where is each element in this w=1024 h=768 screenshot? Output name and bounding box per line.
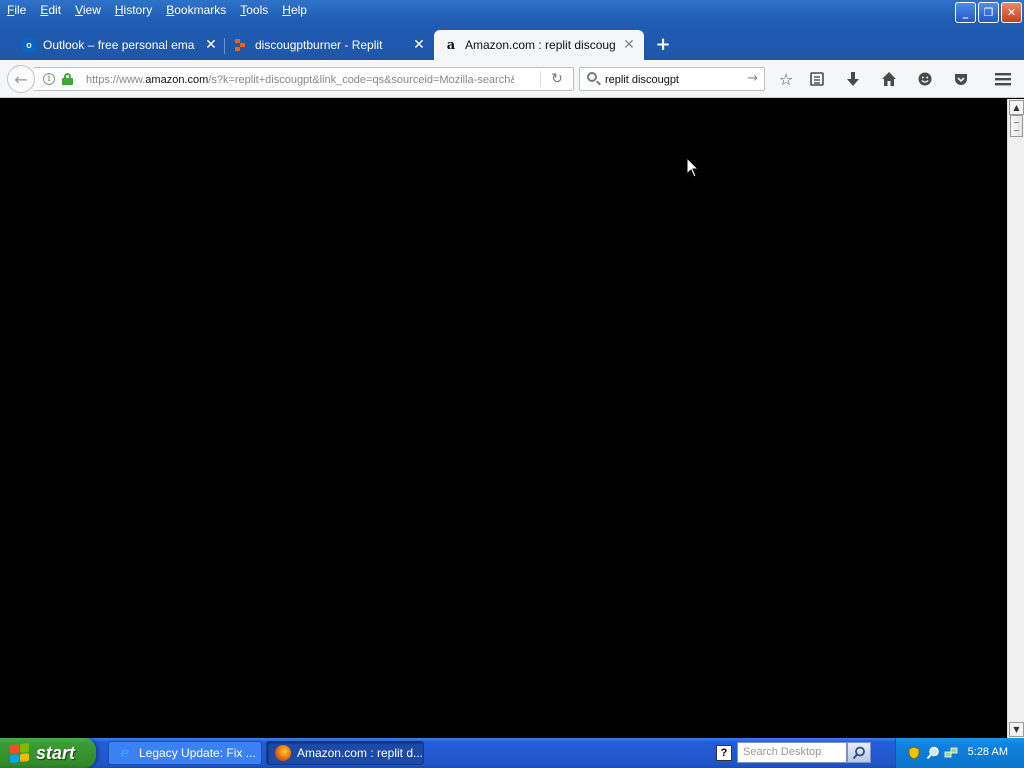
tab-separator	[224, 38, 225, 54]
page-content-area[interactable]	[0, 99, 1007, 738]
search-go-icon[interactable]: →	[747, 71, 758, 87]
network-connection-icon[interactable]	[944, 746, 958, 760]
url-path: /s?k=replit+discougpt&link_code=qs&sourc…	[208, 74, 514, 86]
tab-amazon[interactable]: a Amazon.com : replit discougpt ✕	[434, 30, 644, 60]
menu-bookmarks[interactable]: Bookmarks	[159, 0, 233, 21]
hamburger-menu-icon[interactable]	[993, 69, 1013, 89]
site-info-icon[interactable]: i	[43, 73, 55, 85]
hello-icon[interactable]	[915, 69, 935, 89]
menu-bar: File Edit View History Bookmarks Tools H…	[0, 0, 314, 21]
tab-amazon-close-icon[interactable]: ✕	[622, 38, 636, 52]
menu-view[interactable]: View	[68, 0, 108, 21]
start-label: start	[36, 742, 76, 763]
scroll-up-button[interactable]: ▲	[1009, 100, 1024, 115]
menu-file[interactable]: File	[0, 0, 33, 21]
back-button[interactable]: ←	[7, 65, 35, 93]
desktop-search-button[interactable]	[847, 742, 871, 763]
navigation-toolbar: i https://www.amazon.com/s?k=replit+disc…	[0, 60, 1024, 98]
tab-outlook-close-icon[interactable]: ✕	[204, 38, 218, 52]
search-input[interactable]: replit discougpt	[605, 72, 679, 88]
ie-icon: e	[120, 745, 130, 761]
taskbar-item-legacy-update[interactable]: e Legacy Update: Fix ...	[108, 741, 262, 765]
tab-replit-label: discougptburner - Replit	[255, 38, 383, 52]
menu-file-label: ile	[14, 3, 27, 17]
help-icon[interactable]: ?	[716, 745, 732, 761]
security-shield-icon[interactable]	[907, 746, 921, 760]
tab-replit[interactable]: discougptburner - Replit ✕	[234, 30, 426, 60]
tab-outlook[interactable]: o Outlook – free personal email a... ✕	[22, 30, 218, 60]
url-bar[interactable]: i https://www.amazon.com/s?k=replit+disc…	[34, 67, 574, 91]
menu-history-accesskey: H	[114, 3, 124, 17]
pocket-icon[interactable]	[951, 69, 971, 89]
tab-replit-close-icon[interactable]: ✕	[412, 38, 426, 52]
clock[interactable]: 5:28 AM	[968, 746, 1008, 758]
amazon-icon: a	[446, 37, 456, 53]
firefox-icon	[275, 745, 291, 761]
new-tab-button[interactable]: +	[654, 36, 672, 54]
menu-help-accesskey: H	[282, 3, 291, 17]
home-icon[interactable]	[879, 69, 899, 89]
desktop-search-input[interactable]: Search Desktop	[737, 742, 847, 763]
menu-edit-label: dit	[48, 3, 62, 17]
reading-list-icon[interactable]	[807, 69, 827, 89]
search-icon	[587, 72, 601, 86]
browser-title-area: File Edit View History Bookmarks Tools H…	[0, 0, 1024, 60]
tab-amazon-label: Amazon.com : replit discougpt	[465, 38, 615, 52]
vertical-scrollbar[interactable]: ▲ ▼	[1007, 99, 1024, 738]
search-bar[interactable]: replit discougpt →	[579, 67, 765, 91]
tab-strip: o Outlook – free personal email a... ✕ d…	[0, 30, 1024, 60]
taskbar-item-firefox[interactable]: Amazon.com : replit d...	[266, 741, 424, 765]
scrollbar-thumb[interactable]	[1010, 115, 1023, 137]
taskbar-item-label: Amazon.com : replit d...	[296, 746, 423, 760]
menu-tools[interactable]: Tools	[233, 0, 275, 21]
bookmark-star-icon[interactable]: ☆	[776, 69, 796, 89]
close-window-button[interactable]: ✕	[1001, 2, 1022, 23]
menu-edit[interactable]: Edit	[33, 0, 68, 21]
menu-tools-label: ools	[246, 3, 269, 17]
url-text[interactable]: https://www.amazon.com/s?k=replit+discou…	[86, 72, 514, 88]
outlook-icon: o	[22, 38, 36, 52]
reload-icon[interactable]: ↻	[549, 71, 565, 87]
mouse-cursor-icon	[686, 157, 700, 178]
downloads-icon[interactable]	[843, 69, 863, 89]
menu-help[interactable]: Help	[275, 0, 314, 21]
url-domain: amazon.com	[145, 74, 209, 86]
desktop-screen: File Edit View History Bookmarks Tools H…	[0, 0, 1024, 768]
menu-view-accesskey: V	[75, 3, 83, 17]
menu-bookmarks-label: ookmarks	[174, 3, 227, 17]
taskbar-item-label: Legacy Update: Fix ...	[139, 746, 256, 760]
start-button[interactable]: start	[0, 738, 96, 768]
menu-help-label: elp	[290, 3, 307, 17]
menu-history[interactable]: History	[108, 0, 159, 21]
menu-view-label: iew	[82, 3, 101, 17]
menu-history-label: istory	[123, 3, 153, 17]
windows-logo-icon	[10, 743, 30, 764]
url-prefix: https://www.	[86, 74, 146, 86]
restore-button[interactable]: ❐	[978, 2, 999, 23]
window-controls: _ ❐ ✕	[955, 2, 1022, 23]
system-tray: 5:28 AM	[895, 738, 1024, 768]
lock-icon[interactable]	[62, 73, 73, 85]
search-icon	[852, 746, 865, 759]
url-divider	[540, 71, 541, 87]
tab-outlook-label: Outlook – free personal email a...	[43, 38, 195, 52]
scroll-down-button[interactable]: ▼	[1009, 722, 1024, 737]
minimize-button[interactable]: _	[955, 2, 976, 23]
replit-icon	[234, 38, 248, 52]
network-search-icon[interactable]	[926, 746, 940, 760]
